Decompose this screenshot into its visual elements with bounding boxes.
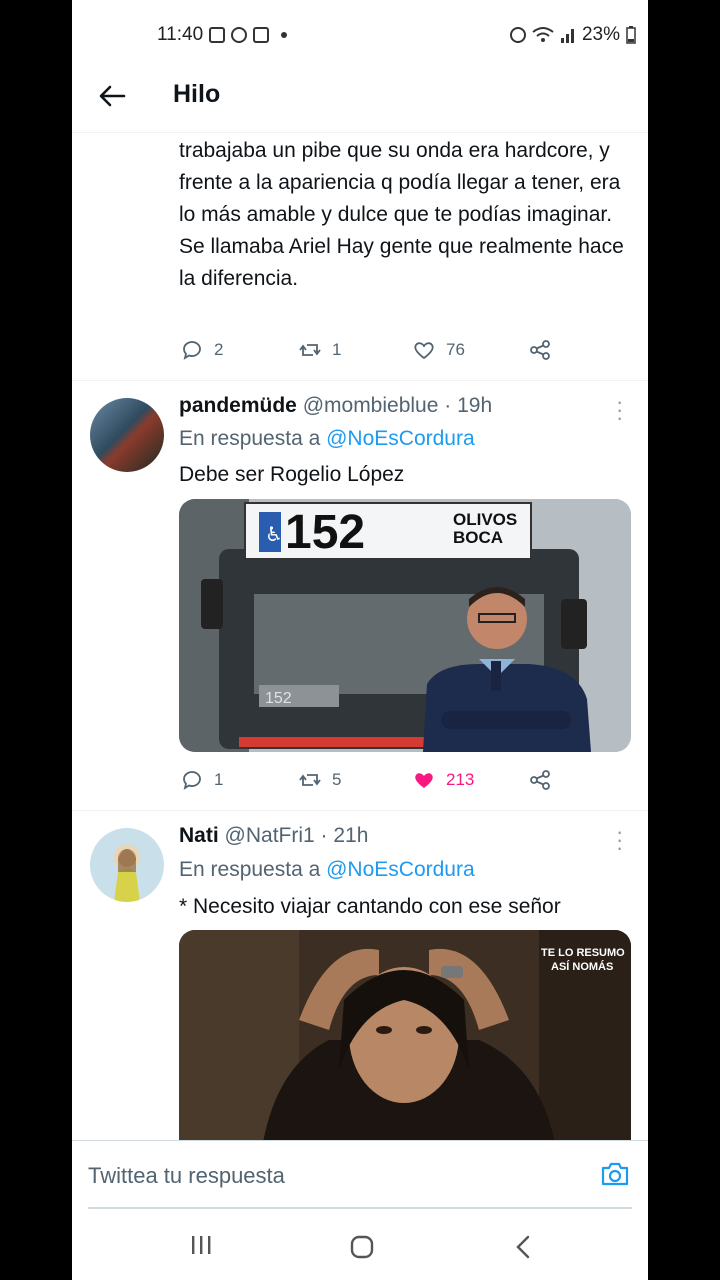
- bus-photo: ♿ 152 OLIVOS BOCA 152: [179, 499, 631, 752]
- reply-input[interactable]: Twittea tu respuesta: [88, 1163, 285, 1189]
- reply-context: En respuesta a @NoEsCordura: [179, 858, 475, 882]
- more-notifications-icon: [281, 32, 288, 38]
- back-arrow-icon[interactable]: [98, 82, 128, 112]
- bus-destination-1: OLIVOS: [453, 510, 517, 529]
- reply-count: 1: [214, 770, 224, 789]
- retweet-button[interactable]: 5: [298, 768, 341, 792]
- reply-button[interactable]: 2: [180, 338, 223, 362]
- tweet-time: · 19h: [444, 394, 493, 417]
- notification-b-icon: [231, 27, 248, 43]
- retweet-icon: [299, 344, 321, 356]
- tweet-actions: 2 1 76: [180, 338, 580, 368]
- bus-destination-2: BOCA: [453, 528, 503, 547]
- gallery-icon: [209, 27, 226, 43]
- divider: [72, 380, 648, 381]
- avatar[interactable]: [90, 398, 164, 472]
- tweet-text: trabajaba un pibe que su onda era hardco…: [179, 139, 624, 290]
- battery-icon: [626, 26, 636, 44]
- retweet-count: 5: [332, 770, 342, 789]
- more-options-icon[interactable]: · · ·: [616, 391, 623, 429]
- user-handle: @NatFri1: [224, 824, 315, 847]
- reply-prefix: En respuesta a: [179, 427, 321, 450]
- avatar[interactable]: [90, 828, 164, 902]
- status-bar: 11:40 23%: [72, 0, 648, 72]
- reply-compose-bar[interactable]: Twittea tu respuesta: [72, 1140, 648, 1209]
- like-count: 76: [446, 340, 465, 359]
- status-left: 11:40: [157, 24, 288, 46]
- alarm-icon: [509, 27, 526, 43]
- heart-filled-icon: [415, 773, 433, 788]
- wifi-icon: [532, 27, 554, 42]
- reply-context: En respuesta a @NoEsCordura: [179, 427, 475, 451]
- bus-plate: 152: [265, 690, 292, 707]
- reply-icon: [183, 341, 201, 360]
- home-icon[interactable]: [347, 1234, 377, 1260]
- tweet-text: * Necesito viajar cantando con ese señor: [179, 895, 561, 918]
- back-nav-icon[interactable]: [508, 1234, 538, 1260]
- more-options-icon[interactable]: · · ·: [616, 821, 623, 859]
- signal-icon: [560, 29, 574, 43]
- meme-photo: TE LO RESUMO ASÍ NOMÁS: [179, 930, 631, 1170]
- tweet-header: pandemüde @mombieblue · 19h: [179, 394, 492, 418]
- heart-icon: [414, 342, 434, 360]
- tweet-time: · 21h: [320, 824, 369, 847]
- recent-apps-icon[interactable]: [186, 1234, 216, 1260]
- camera-icon[interactable]: [600, 1161, 630, 1187]
- page-title: Hilo: [173, 80, 221, 108]
- share-button[interactable]: [528, 338, 552, 362]
- tweet-media-image[interactable]: TE LO RESUMO ASÍ NOMÁS: [179, 930, 631, 1170]
- retweet-count: 1: [332, 340, 342, 359]
- battery-percent: 23%: [581, 24, 620, 45]
- share-icon: [530, 340, 550, 360]
- reply-icon: [183, 771, 201, 790]
- instagram-icon: [253, 27, 270, 43]
- bus-route-number: 152: [285, 506, 365, 559]
- watermark-line-2: ASÍ NOMÁS: [551, 960, 613, 973]
- clock: 11:40: [157, 24, 204, 45]
- status-right: 23%: [509, 24, 636, 46]
- compose-underline: [88, 1207, 632, 1209]
- like-button[interactable]: 76: [412, 338, 465, 362]
- reply-count: 2: [214, 340, 224, 359]
- like-count: 213: [446, 770, 475, 789]
- share-button[interactable]: [528, 768, 552, 792]
- system-navigation-bar: [72, 1210, 648, 1280]
- display-name[interactable]: Nati: [179, 824, 219, 847]
- reply-mention-link[interactable]: @NoEsCordura: [326, 427, 475, 450]
- user-handle: @mombieblue: [302, 394, 439, 417]
- svg-text:♿: ♿: [265, 522, 283, 546]
- top-app-bar: Hilo: [72, 72, 648, 133]
- tweet-media-image[interactable]: ♿ 152 OLIVOS BOCA 152: [179, 499, 631, 752]
- tweet-actions: 1 5 213: [180, 768, 580, 798]
- reply-prefix: En respuesta a: [179, 858, 321, 881]
- like-button[interactable]: 213: [412, 768, 474, 792]
- watermark-line-1: TE LO RESUMO: [541, 947, 625, 959]
- share-icon: [530, 770, 550, 790]
- divider: [72, 810, 648, 811]
- retweet-button[interactable]: 1: [298, 338, 341, 362]
- reply-button[interactable]: 1: [180, 768, 223, 792]
- display-name[interactable]: pandemüde: [179, 394, 297, 417]
- reply-mention-link[interactable]: @NoEsCordura: [326, 858, 475, 881]
- app-screen: 11:40 23% Hilo trabajaba un pibe que su …: [72, 0, 648, 1280]
- tweet-header: Nati @NatFri1 · 21h: [179, 824, 368, 848]
- retweet-icon: [299, 774, 321, 786]
- tweet-text: Debe ser Rogelio López: [179, 463, 405, 486]
